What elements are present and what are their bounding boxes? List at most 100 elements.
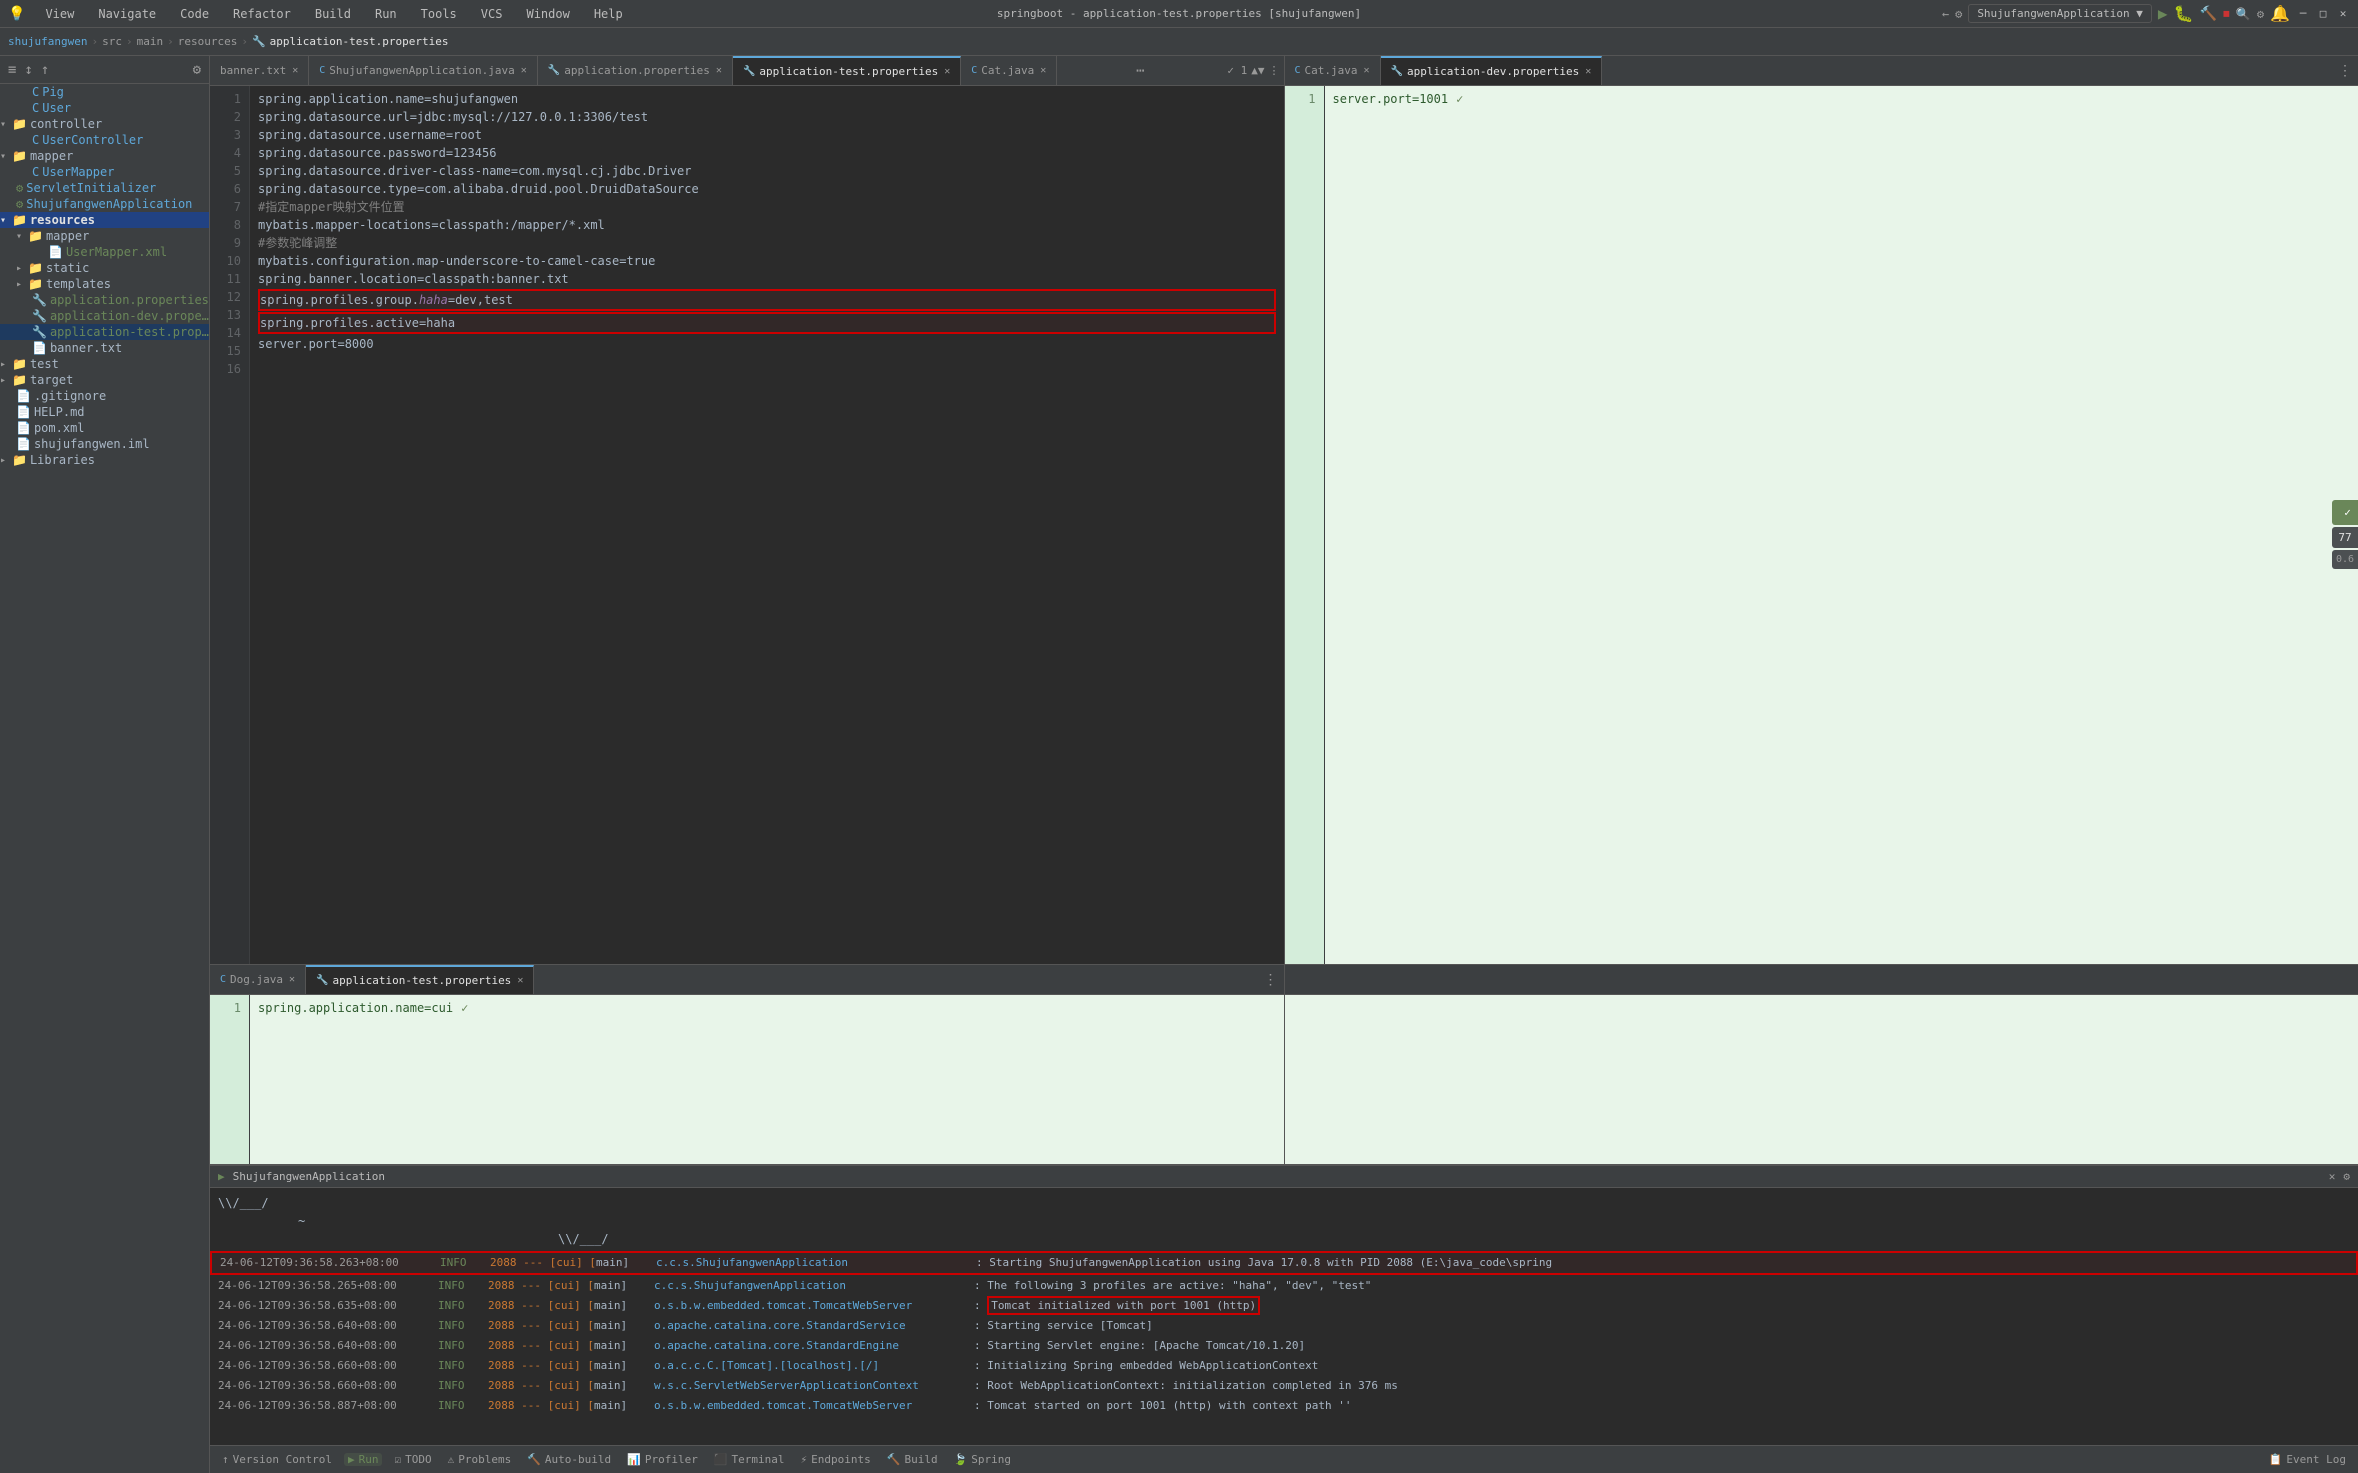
tab-settings-btn[interactable]: ⋮ (1268, 64, 1279, 77)
menu-view[interactable]: View (41, 5, 78, 23)
tab-more-btn[interactable]: ⋯ (1130, 63, 1150, 79)
status-spring[interactable]: 🍃 Spring (950, 1453, 1015, 1466)
tab-right-dev-props[interactable]: 🔧 application-dev.properties ✕ (1381, 56, 1603, 86)
tab-application-props[interactable]: 🔧 application.properties ✕ (538, 56, 733, 86)
right-code-editor[interactable]: 1 server.port=1001 ✓ (1285, 86, 2358, 964)
tree-item-iml[interactable]: 📄 shujufangwen.iml (0, 436, 209, 452)
debug-btn[interactable]: 🐛 (2174, 4, 2194, 23)
run-btn[interactable]: ▶ (2158, 4, 2168, 23)
tab-right-dev-props-close[interactable]: ✕ (1585, 66, 1591, 77)
breadcrumb-src[interactable]: src (102, 35, 122, 48)
search-btn[interactable]: 🔍 (2236, 7, 2251, 21)
menu-run[interactable]: Run (371, 5, 401, 23)
tree-item-usermapper-java[interactable]: C UserMapper (0, 164, 209, 180)
tab-right-catjava-close[interactable]: ✕ (1364, 65, 1370, 76)
tree-item-helpmd[interactable]: 📄 HELP.md (0, 404, 209, 420)
tree-item-servletinitializer[interactable]: ⚙ ServletInitializer (0, 180, 209, 196)
tab-dogjava-close[interactable]: ✕ (289, 974, 295, 985)
tree-item-shujufangwenapplication[interactable]: ⚙ ShujufangwenApplication (0, 196, 209, 212)
sidebar-sort-icon[interactable]: ↕ (22, 60, 34, 80)
win-restore[interactable]: □ (2316, 7, 2330, 21)
left-code-editor[interactable]: 1 2 3 4 5 6 7 8 9 10 11 (210, 86, 1284, 964)
tab-banner-txt-close[interactable]: ✕ (292, 65, 298, 76)
sidebar-collapse-icon[interactable]: ↑ (39, 60, 51, 80)
tree-item-user[interactable]: C User (0, 100, 209, 116)
win-minimize[interactable]: ─ (2296, 7, 2310, 21)
breadcrumb-file[interactable]: application-test.properties (270, 35, 449, 48)
tree-item-static[interactable]: ▸ 📁 static (0, 260, 209, 276)
tab-dogjava[interactable]: C Dog.java ✕ (210, 965, 306, 995)
tab-application-test-props-active[interactable]: 🔧 application-test.properties ✕ (733, 56, 961, 86)
tree-item-target[interactable]: ▸ 📁 target (0, 372, 209, 388)
status-endpoints[interactable]: ⚡ Endpoints (797, 1453, 875, 1466)
menu-window[interactable]: Window (522, 5, 573, 23)
breadcrumb-resources[interactable]: resources (178, 35, 238, 48)
tree-item-controller[interactable]: ▾ 📁 controller (0, 116, 209, 132)
bottom-code-content[interactable]: spring.application.name=cui ✓ (250, 995, 1284, 1164)
menu-help[interactable]: Help (590, 5, 627, 23)
status-event-log[interactable]: 📋 Event Log (2265, 1453, 2350, 1466)
notif-badge-green[interactable]: ✓ (2332, 500, 2358, 525)
build-btn[interactable]: 🔨 (2199, 6, 2216, 22)
status-problems[interactable]: ⚠ Problems (444, 1453, 516, 1466)
tab-right-catjava[interactable]: C Cat.java ✕ (1285, 56, 1381, 86)
tab-banner-txt[interactable]: banner.txt ✕ (210, 56, 309, 86)
notifications-btn[interactable]: 🔔 (2270, 4, 2290, 23)
tree-item-pig[interactable]: C Pig (0, 84, 209, 100)
run-config-dropdown[interactable]: ShujufangwenApplication ▼ (1968, 4, 2152, 23)
tab-application-props-close[interactable]: ✕ (716, 65, 722, 76)
status-build[interactable]: 🔨 Build (883, 1453, 942, 1466)
tree-item-test[interactable]: ▸ 📁 test (0, 356, 209, 372)
stop-btn[interactable]: ⏹ (2223, 6, 2230, 22)
menu-navigate[interactable]: Navigate (94, 5, 160, 23)
tree-item-application-props[interactable]: 🔧 application.properties (0, 292, 209, 308)
scroll-down-btn[interactable]: ▼ (1258, 64, 1265, 77)
right-tab-more-btn[interactable]: ⋮ (2332, 63, 2358, 79)
toolbar-back[interactable]: ← (1942, 7, 1949, 21)
code-content-right[interactable]: server.port=1001 ✓ (1325, 86, 2358, 964)
tab-shujufangwen-app-close[interactable]: ✕ (521, 65, 527, 76)
menu-tools[interactable]: Tools (417, 5, 461, 23)
menu-refactor[interactable]: Refactor (229, 5, 295, 23)
menu-vcs[interactable]: VCS (477, 5, 507, 23)
sidebar-settings-icon[interactable]: ⚙ (191, 60, 203, 80)
code-content-left[interactable]: spring.application.name=shujufangwen spr… (250, 86, 1284, 964)
tree-item-mapper-xml-folder[interactable]: ▾ 📁 mapper (0, 228, 209, 244)
run-settings-btn[interactable]: ⚙ (2343, 1170, 2350, 1183)
tree-item-usermapper-xml[interactable]: 📄 UserMapper.xml (0, 244, 209, 260)
tab-application-test-close[interactable]: ✕ (944, 66, 950, 77)
tree-item-pomxml[interactable]: 📄 pom.xml (0, 420, 209, 436)
status-run[interactable]: ▶ Run (344, 1453, 383, 1466)
tree-item-mapper-folder[interactable]: ▾ 📁 mapper (0, 148, 209, 164)
settings-gear[interactable]: ⚙ (2257, 7, 2264, 21)
status-terminal[interactable]: ⬛ Terminal (710, 1453, 789, 1466)
bottom-tab-more-btn[interactable]: ⋮ (1258, 972, 1284, 988)
tree-item-gitignore[interactable]: 📄 .gitignore (0, 388, 209, 404)
tab-catjava[interactable]: C Cat.java ✕ (961, 56, 1057, 86)
tree-item-application-dev-props[interactable]: 🔧 application-dev.properties (0, 308, 209, 324)
status-auto-build[interactable]: 🔨 Auto-build (523, 1453, 615, 1466)
tree-item-application-test-props[interactable]: 🔧 application-test.properties (0, 324, 209, 340)
tab-shujufangwen-app[interactable]: C ShujufangwenApplication.java ✕ (309, 56, 538, 86)
breadcrumb-main[interactable]: main (137, 35, 164, 48)
scroll-up-btn[interactable]: ▲ (1251, 64, 1258, 77)
status-version-control[interactable]: ↑ Version Control (218, 1453, 336, 1466)
tree-item-templates[interactable]: ▸ 📁 templates (0, 276, 209, 292)
run-close-btn[interactable]: ✕ (2329, 1170, 2336, 1183)
tab-bottom-test-props[interactable]: 🔧 application-test.properties ✕ (306, 965, 534, 995)
status-todo[interactable]: ☑ TODO (390, 1453, 435, 1466)
breadcrumb-project[interactable]: shujufangwen (8, 35, 87, 48)
tree-item-resources[interactable]: ▾ 📁 resources (0, 212, 209, 228)
tree-item-usercontroller[interactable]: C UserController (0, 132, 209, 148)
tab-bottom-test-close[interactable]: ✕ (517, 975, 523, 986)
win-close[interactable]: ✕ (2336, 7, 2350, 21)
status-profiler[interactable]: 📊 Profiler (623, 1453, 702, 1466)
bottom-code-editor[interactable]: 1 spring.application.name=cui ✓ (210, 995, 1284, 1164)
menu-code[interactable]: Code (176, 5, 213, 23)
tab-catjava-close[interactable]: ✕ (1040, 65, 1046, 76)
tree-item-banner-txt[interactable]: 📄 banner.txt (0, 340, 209, 356)
sidebar-menu-icon[interactable]: ≡ (6, 60, 18, 80)
toolbar-settings[interactable]: ⚙ (1955, 7, 1962, 21)
menu-build[interactable]: Build (311, 5, 355, 23)
tree-item-libraries[interactable]: ▸ 📁 Libraries (0, 452, 209, 468)
